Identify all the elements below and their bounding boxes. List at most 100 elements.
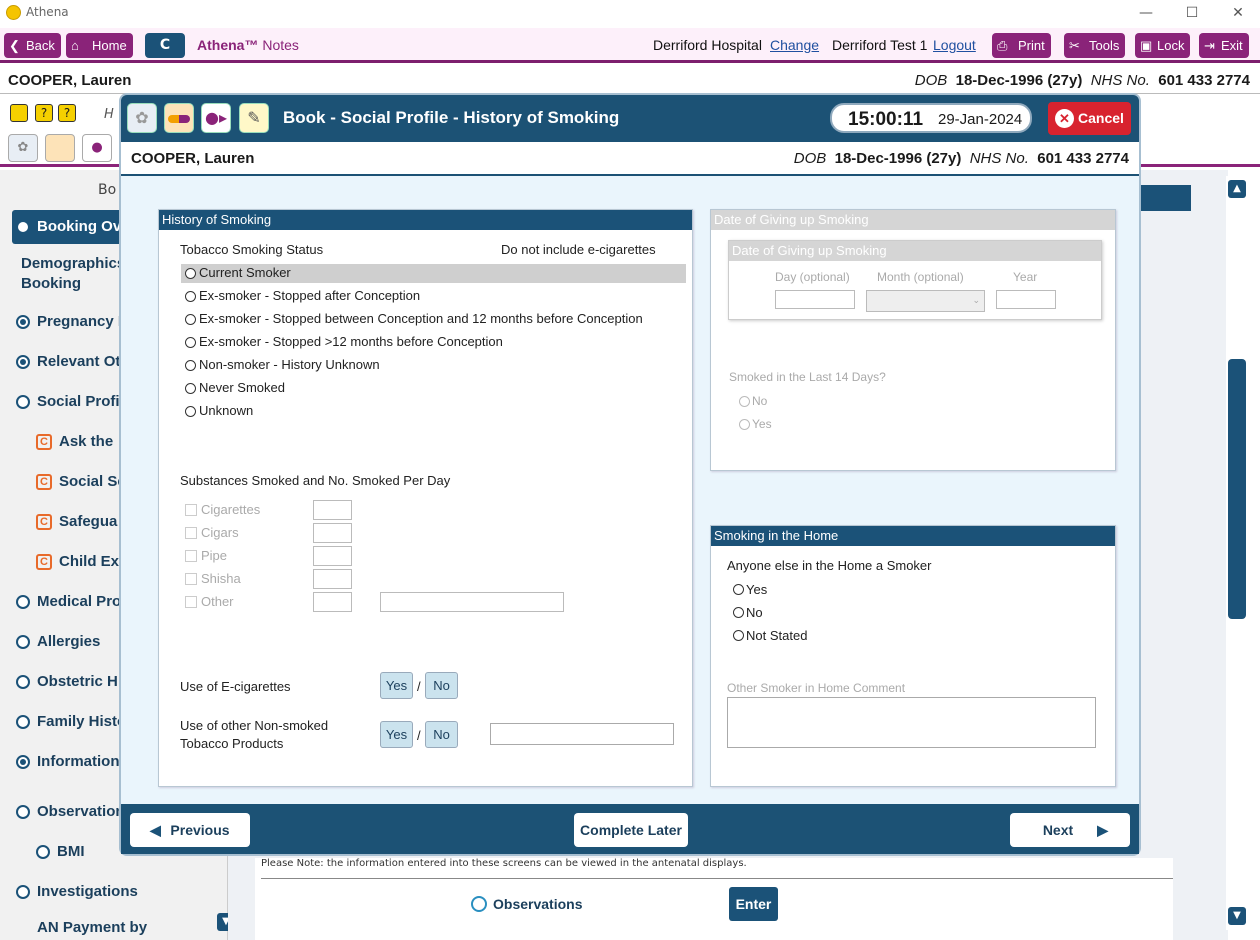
- ecig-yes-button[interactable]: Yes: [380, 672, 413, 699]
- exit-icon: ⇥: [1204, 38, 1215, 53]
- next-button[interactable]: Next ▶: [1010, 813, 1130, 847]
- day-label: Day (optional): [775, 270, 850, 284]
- last14-yes-radio[interactable]: [739, 419, 750, 430]
- athena-logo-icon: [6, 5, 21, 20]
- observations-radio[interactable]: [471, 896, 487, 912]
- flower-icon[interactable]: ✿: [127, 103, 157, 133]
- close-window-icon[interactable]: ✕: [1228, 3, 1248, 23]
- sidebar-item-investigations[interactable]: Investigations: [12, 875, 202, 909]
- logout-link[interactable]: Logout: [933, 37, 976, 53]
- person-icon[interactable]: ●▸: [201, 103, 231, 133]
- other-substance-input[interactable]: [380, 592, 564, 612]
- option-label: Not Stated: [746, 628, 808, 643]
- pipe-count-input[interactable]: [313, 546, 352, 566]
- patient-info: DOB 18-Dec-1996 (27y) NHS No. 601 433 27…: [914, 72, 1250, 89]
- option-label: No: [752, 394, 768, 408]
- tobacco-status-label: Tobacco Smoking Status: [180, 242, 324, 257]
- help-alt-icon[interactable]: ?: [58, 104, 76, 122]
- clock-date: 29-Jan-2024: [938, 111, 1023, 128]
- dialog-patient-banner: COOPER, Lauren DOB 18-Dec-1996 (27y) NHS…: [121, 142, 1139, 176]
- checkbox-cigars[interactable]: [185, 527, 197, 539]
- scroll-down-icon[interactable]: ▼: [1228, 907, 1246, 925]
- month-label: Month (optional): [877, 270, 964, 284]
- c-button[interactable]: C: [145, 33, 185, 58]
- patient-banner: COOPER, Lauren DOB 18-Dec-1996 (27y) NHS…: [0, 68, 1260, 94]
- complete-later-button[interactable]: Complete Later: [574, 813, 688, 847]
- home-button[interactable]: ⌂ Home: [66, 33, 133, 58]
- back-button[interactable]: ❮ Back: [4, 33, 61, 58]
- year-input[interactable]: [996, 290, 1056, 309]
- lock-icon: ▣: [1140, 38, 1153, 53]
- top-nav: ❮ Back ⌂ Home C ⎙ Print ✂ Tools ▣ Lock ⇥ Exit: [0, 28, 1260, 63]
- minimize-icon[interactable]: —: [1136, 3, 1156, 23]
- last14-no-radio[interactable]: [739, 396, 750, 407]
- exit-button[interactable]: ⇥ Exit: [1199, 33, 1249, 58]
- option-label: No: [746, 605, 763, 620]
- right-scrollbar[interactable]: ▲ ▼: [1226, 176, 1248, 930]
- checkbox-other[interactable]: [185, 596, 197, 608]
- radio-icon: [16, 675, 30, 689]
- radio-current-smoker[interactable]: [185, 268, 196, 279]
- maximize-icon[interactable]: ☐: [1182, 3, 1202, 23]
- previous-button[interactable]: ◀ Previous: [130, 813, 250, 847]
- home-not-stated-radio[interactable]: [733, 630, 744, 641]
- scroll-up-icon[interactable]: ▲: [1228, 180, 1246, 198]
- patient-name: COOPER, Lauren: [8, 72, 132, 89]
- home-no-radio[interactable]: [733, 607, 744, 618]
- giving-up-date-panel: Date of Giving up Smoking Date of Giving…: [710, 209, 1116, 471]
- enter-button[interactable]: Enter: [729, 887, 778, 921]
- flower-icon[interactable]: ✿: [8, 134, 38, 162]
- last-14-days-label: Smoked in the Last 14 Days?: [729, 370, 886, 384]
- pill-icon[interactable]: [45, 134, 75, 162]
- home-yes-radio[interactable]: [733, 584, 744, 595]
- radio-non-smoker-unknown[interactable]: [185, 360, 196, 371]
- clock-display: 15:00:11 29-Jan-2024: [830, 103, 1032, 133]
- other-count-input[interactable]: [313, 592, 352, 612]
- substance-label: Cigarettes: [201, 502, 261, 517]
- shisha-count-input[interactable]: [313, 569, 352, 589]
- month-select[interactable]: ⌄: [866, 290, 985, 312]
- window-titlebar: Athena — ☐ ✕: [0, 0, 1260, 27]
- checkbox-cigarettes[interactable]: [185, 504, 197, 516]
- checkbox-pipe[interactable]: [185, 550, 197, 562]
- other-tobacco-label-2: Tobacco Products: [180, 736, 284, 751]
- pill-icon[interactable]: [164, 103, 194, 133]
- cancel-button[interactable]: ✕ Cancel: [1048, 102, 1131, 135]
- scroll-thumb[interactable]: [1228, 359, 1246, 619]
- dialog-header: ✿ ●▸ ✎ Book - Social Profile - History o…: [121, 95, 1139, 142]
- print-button[interactable]: ⎙ Print: [992, 33, 1051, 58]
- person-icon[interactable]: ●: [82, 134, 112, 162]
- option-label: Ex-smoker - Stopped after Conception: [199, 288, 421, 303]
- home-smoker-question: Anyone else in the Home a Smoker: [727, 558, 932, 573]
- substances-label: Substances Smoked and No. Smoked Per Day: [180, 473, 451, 488]
- radio-icon: [16, 635, 30, 649]
- radio-unknown[interactable]: [185, 406, 196, 417]
- day-input[interactable]: [775, 290, 855, 309]
- change-link[interactable]: Change: [770, 37, 819, 53]
- radio-never-smoked[interactable]: [185, 383, 196, 394]
- cigarettes-count-input[interactable]: [313, 500, 352, 520]
- tools-button[interactable]: ✂ Tools: [1064, 33, 1126, 58]
- option-label: Yes: [746, 582, 768, 597]
- other-tobacco-yes-button[interactable]: Yes: [380, 721, 413, 748]
- background-content: Please Note: the information entered int…: [255, 858, 1173, 940]
- notes-icon[interactable]: [10, 104, 28, 122]
- checkbox-shisha[interactable]: [185, 573, 197, 585]
- lock-button[interactable]: ▣ Lock: [1135, 33, 1191, 58]
- notepad-icon[interactable]: ✎: [239, 103, 269, 133]
- radio-ex-smoker-after-conception[interactable]: [185, 291, 196, 302]
- cigars-count-input[interactable]: [313, 523, 352, 543]
- other-tobacco-input[interactable]: [490, 723, 674, 745]
- home-comment-textarea[interactable]: [727, 697, 1096, 748]
- substance-label: Pipe: [201, 548, 228, 563]
- radio-icon: [16, 805, 30, 819]
- radio-ex-smoker-within-12-months[interactable]: [185, 314, 196, 325]
- sidebar-item-an-payment[interactable]: AN Payment by: [12, 915, 202, 940]
- other-tobacco-no-button[interactable]: No: [425, 721, 458, 748]
- substance-label: Cigars: [201, 525, 239, 540]
- radio-ex-smoker-over-12-months[interactable]: [185, 337, 196, 348]
- help-icon[interactable]: ?: [35, 104, 53, 122]
- ecig-no-button[interactable]: No: [425, 672, 458, 699]
- radio-icon: [16, 315, 30, 329]
- substance-label: Other: [201, 594, 234, 609]
